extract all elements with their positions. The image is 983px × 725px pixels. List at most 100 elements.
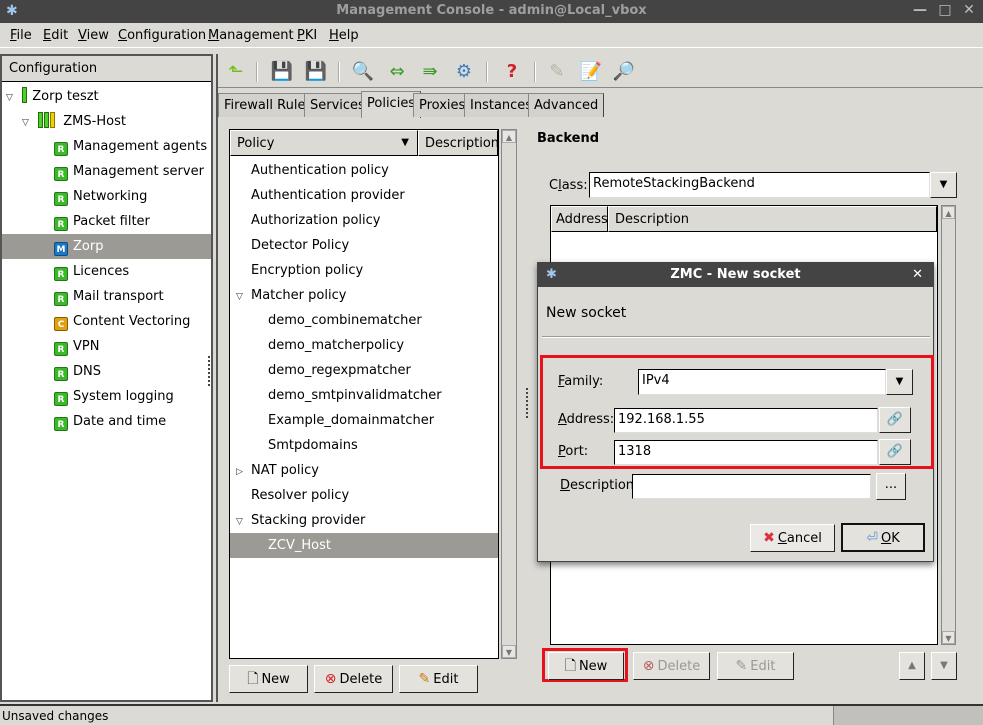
expand-toggle-icon[interactable]: ▽	[6, 86, 18, 111]
description-more-button[interactable]: ...	[876, 473, 906, 500]
close-window-button[interactable]: ✕	[959, 2, 979, 20]
policy-category-row[interactable]: Authorization policy	[230, 208, 498, 233]
policy-instance-row[interactable]: Smtpdomains	[230, 433, 498, 458]
tab-advanced[interactable]: Advanced	[528, 93, 605, 117]
policy-category-row[interactable]: Resolver policy	[230, 483, 498, 508]
expand-toggle-icon[interactable]: ▽	[236, 285, 251, 310]
policy-instance-row[interactable]: ZCV_Host	[230, 533, 498, 558]
address-link-button[interactable]: 🔗	[879, 407, 911, 433]
sidebar-item-zorp[interactable]: M Zorp	[2, 234, 211, 259]
sidebar-item-mail-transport[interactable]: R Mail transport	[2, 284, 211, 309]
tree-host[interactable]: ▽ ZMS-Host	[2, 109, 211, 134]
column-header-policy[interactable]: Policy ▼	[230, 130, 418, 156]
family-label: Family:	[558, 374, 604, 389]
policy-instance-row[interactable]: demo_regexpmatcher	[230, 358, 498, 383]
menu-view[interactable]: View	[78, 28, 109, 43]
sidebar-item-vpn[interactable]: R VPN	[2, 334, 211, 359]
ok-button[interactable]: ⏎ OK	[841, 523, 925, 552]
description-input[interactable]	[632, 474, 871, 499]
dialog-close-icon[interactable]: ✕	[912, 263, 923, 287]
menu-pki[interactable]: PKI	[297, 28, 317, 43]
class-dropdown-button[interactable]: ▼	[930, 172, 957, 198]
policy-category-row[interactable]: ▽ Matcher policy	[230, 283, 498, 308]
expand-toggle-icon[interactable]: ▽	[236, 510, 251, 535]
sidebar-item-management-server[interactable]: R Management server	[2, 159, 211, 184]
port-input[interactable]: 1318	[614, 440, 878, 465]
dialog-divider	[542, 336, 930, 338]
edit-document-icon[interactable]: 📝	[579, 60, 603, 84]
backend-edit-button[interactable]: ✎ Edit	[717, 652, 794, 680]
policy-delete-button[interactable]: ⊗ Delete	[314, 665, 393, 693]
policy-category-row[interactable]: Authentication policy	[230, 158, 498, 183]
column-header-description[interactable]: Description	[608, 206, 937, 232]
backend-delete-button[interactable]: ⊗ Delete	[633, 652, 710, 680]
compare-icon[interactable]: ⇔	[385, 60, 409, 84]
arrow-up-icon: ▲	[908, 660, 916, 671]
backend-list-scrollbar[interactable]: ▲ ▼	[941, 205, 956, 645]
port-link-button[interactable]: 🔗	[879, 439, 911, 465]
minimize-button[interactable]: —	[910, 2, 930, 20]
search-icon[interactable]: 🔍	[351, 60, 375, 84]
policy-instance-row[interactable]: demo_combinematcher	[230, 308, 498, 333]
policy-list-scrollbar[interactable]: ▲ ▼	[501, 129, 517, 659]
scroll-up-icon[interactable]: ▲	[942, 206, 955, 219]
sidebar-item-content-vectoring[interactable]: C Content Vectoring	[2, 309, 211, 334]
policy-category-row[interactable]: Detector Policy	[230, 233, 498, 258]
policy-instance-row[interactable]: Example_domainmatcher	[230, 408, 498, 433]
splitter-handle[interactable]	[208, 356, 210, 386]
upload-config-icon[interactable]: ⇛	[418, 60, 442, 84]
collapse-toggle-icon[interactable]: ▷	[236, 460, 251, 485]
sidebar-item-dns[interactable]: R DNS	[2, 359, 211, 384]
maximize-button[interactable]: □	[935, 2, 955, 20]
tab-proxies[interactable]: Proxies	[413, 93, 472, 117]
save-help-icon[interactable]: ?	[500, 60, 524, 84]
save-commit-icon[interactable]: 💾	[270, 60, 294, 84]
policy-instance-row[interactable]: demo_smtpinvalidmatcher	[230, 383, 498, 408]
class-combobox[interactable]: RemoteStackingBackend	[589, 172, 930, 198]
policy-edit-button[interactable]: ✎ Edit	[399, 665, 478, 693]
policy-category-row[interactable]: Authentication provider	[230, 183, 498, 208]
column-header-description[interactable]: Description	[418, 130, 499, 156]
sidebar-item-packet-filter[interactable]: R Packet filter	[2, 209, 211, 234]
policy-category-row[interactable]: ▽ Stacking provider	[230, 508, 498, 533]
sidebar-item-system-logging[interactable]: R System logging	[2, 384, 211, 409]
backend-new-button[interactable]: 🗋 New	[548, 652, 624, 680]
menu-help[interactable]: Help	[329, 28, 359, 43]
splitter-handle[interactable]	[526, 388, 528, 418]
sidebar-item-date-and-time[interactable]: R Date and time	[2, 409, 211, 434]
family-dropdown-button[interactable]: ▼	[886, 369, 913, 395]
edit-cloud-icon[interactable]: ✎	[545, 60, 569, 84]
sidebar-item-licences[interactable]: R Licences	[2, 259, 211, 284]
inspect-icon[interactable]: 🔎	[612, 60, 636, 84]
menu-edit[interactable]: Edit	[43, 28, 68, 43]
policy-category-row[interactable]: Encryption policy	[230, 258, 498, 283]
tree-root[interactable]: ▽ Zorp teszt	[2, 84, 211, 109]
address-input[interactable]: 192.168.1.55	[614, 408, 878, 433]
sidebar-item-networking[interactable]: R Networking	[2, 184, 211, 209]
column-header-address[interactable]: Address	[551, 206, 608, 232]
tab-instances[interactable]: Instances	[464, 93, 539, 117]
scroll-down-icon[interactable]: ▼	[942, 631, 955, 644]
toolbar: ⬑ 💾 💾 🔍 ⇔ ⇛ ⚙ ? ✎ 📝 🔎	[218, 56, 983, 88]
menu-configuration[interactable]: Configuration	[118, 28, 206, 43]
menu-management[interactable]: Management	[208, 28, 294, 43]
family-combobox[interactable]: IPv4	[638, 369, 886, 395]
status-bar-icon	[22, 87, 28, 103]
status-text: Unsaved changes	[2, 709, 109, 723]
move-down-button[interactable]: ▼	[931, 652, 957, 680]
gear-icon[interactable]: ⚙	[452, 60, 476, 84]
move-up-button[interactable]: ▲	[899, 652, 925, 680]
policy-new-button[interactable]: 🗋 New	[229, 665, 308, 693]
sidebar-item-management-agents[interactable]: R Management agents	[2, 134, 211, 159]
policy-category-row[interactable]: ▷ NAT policy	[230, 458, 498, 483]
scroll-up-icon[interactable]: ▲	[502, 130, 516, 143]
save-revert-icon[interactable]: 💾	[304, 60, 328, 84]
policy-instance-row[interactable]: demo_matcherpolicy	[230, 333, 498, 358]
cancel-button[interactable]: ✖ Cancel	[750, 524, 835, 552]
toolbar-separator	[534, 62, 536, 82]
expand-toggle-icon[interactable]: ▽	[22, 111, 34, 136]
menu-file[interactable]: File	[10, 28, 32, 43]
toolbar-separator	[256, 62, 258, 82]
up-arrow-icon[interactable]: ⬑	[224, 60, 248, 84]
scroll-down-icon[interactable]: ▼	[502, 645, 516, 658]
